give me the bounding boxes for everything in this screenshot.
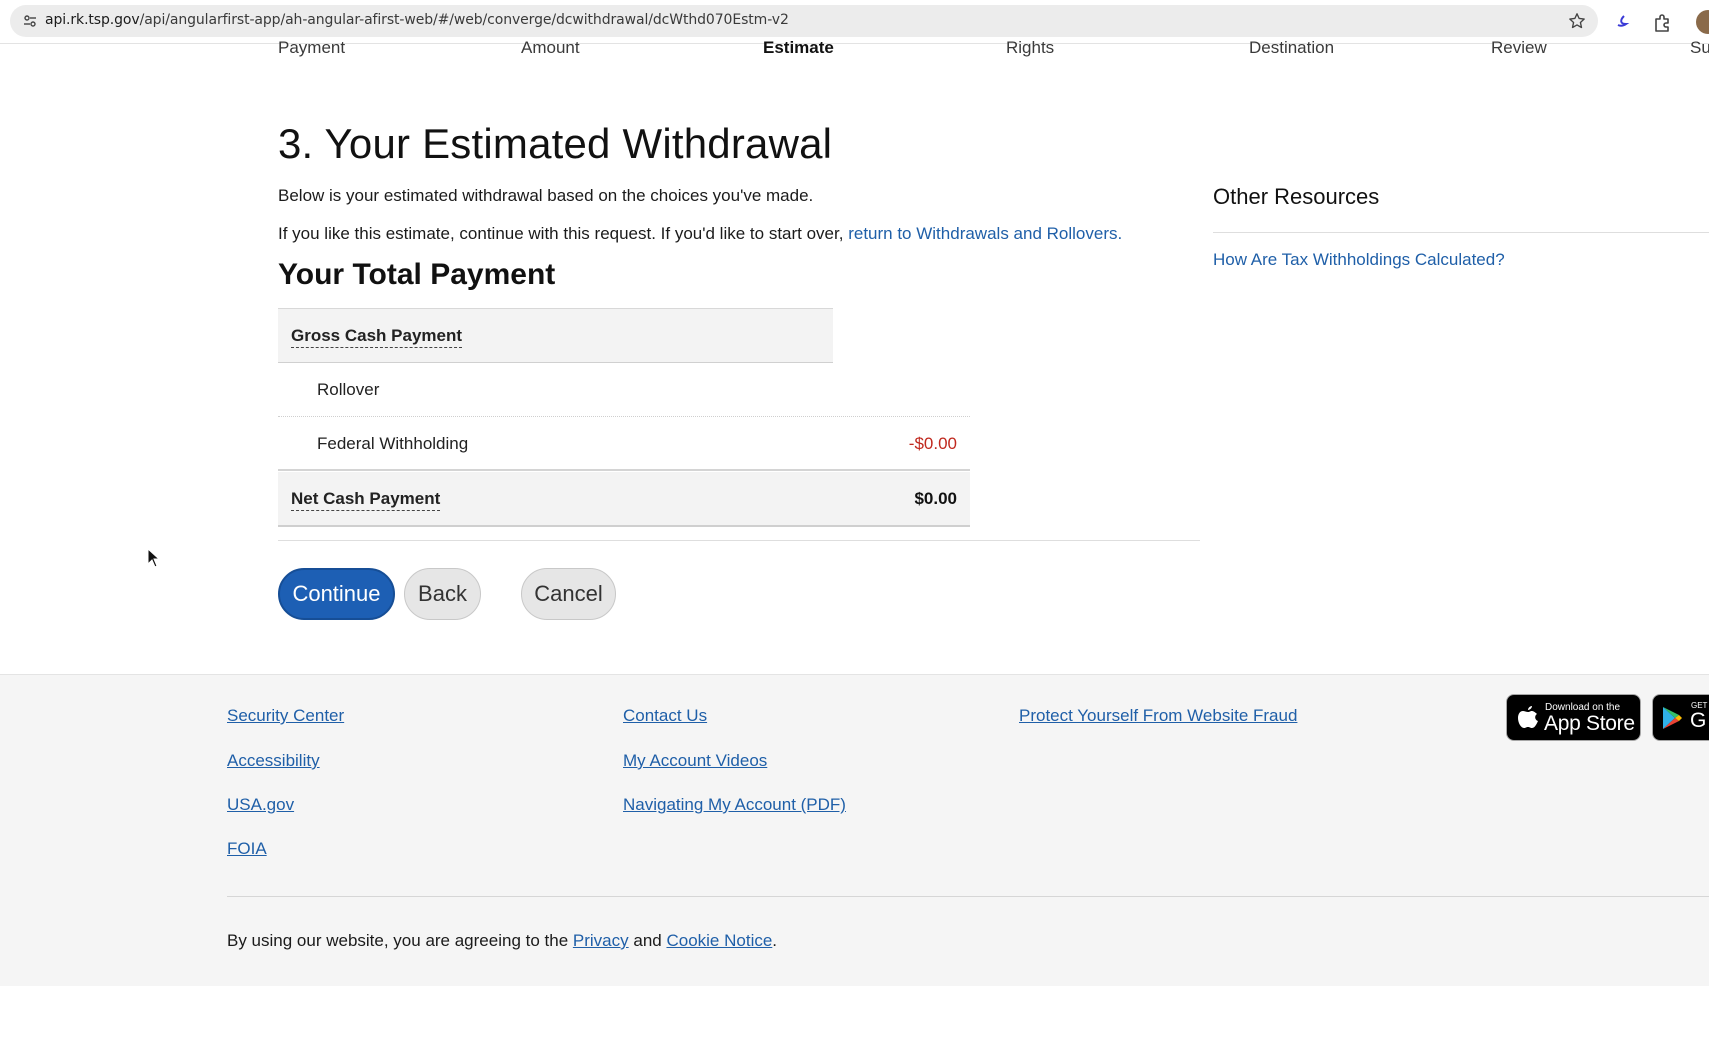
- rollover-row: Rollover: [278, 363, 970, 417]
- profile-avatar[interactable]: [1696, 10, 1709, 34]
- mouse-cursor-icon: [147, 548, 161, 568]
- federal-withholding-label: Federal Withholding: [317, 434, 469, 453]
- url-text[interactable]: api.rk.tsp.gov/api/angularfirst-app/ah-a…: [45, 12, 789, 28]
- usa-gov-link[interactable]: USA.gov: [227, 795, 294, 815]
- account-videos-link[interactable]: My Account Videos: [623, 751, 767, 771]
- navigating-account-pdf-link[interactable]: Navigating My Account (PDF): [623, 795, 846, 815]
- website-fraud-link[interactable]: Protect Yourself From Website Fraud: [1019, 706, 1297, 726]
- step-amount: Amount: [521, 38, 580, 57]
- federal-withholding-amount: -$0.00: [908, 434, 957, 453]
- cookie-notice-link[interactable]: Cookie Notice: [666, 931, 772, 950]
- foia-link[interactable]: FOIA: [227, 839, 267, 859]
- address-bar[interactable]: api.rk.tsp.gov/api/angularfirst-app/ah-a…: [10, 5, 1598, 37]
- sidebar-divider: [1213, 232, 1709, 233]
- progress-steps: Payment Amount Estimate Rights Destinati…: [0, 38, 1709, 60]
- app-store-badge[interactable]: Download on the App Store: [1506, 694, 1641, 741]
- extension-icon[interactable]: [1614, 12, 1634, 32]
- net-cash-payment-label[interactable]: Net Cash Payment: [291, 489, 441, 511]
- legal-notice: By using our website, you are agreeing t…: [227, 931, 778, 950]
- step-destination: Destination: [1249, 38, 1335, 57]
- step-estimate: Estimate: [763, 38, 834, 57]
- extensions-puzzle-icon[interactable]: [1652, 11, 1674, 33]
- rollover-label: Rollover: [317, 380, 380, 399]
- page-title: 3. Your Estimated Withdrawal: [278, 120, 833, 167]
- net-cash-payment-row: Net Cash Payment $0.00: [278, 472, 970, 527]
- step-submit: Su: [1690, 38, 1709, 57]
- back-button[interactable]: Back: [404, 568, 481, 620]
- google-play-badge[interactable]: GET IT ON G: [1652, 694, 1709, 741]
- google-play-icon: [1663, 707, 1682, 729]
- google-play-big-text: G: [1690, 709, 1707, 732]
- security-center-link[interactable]: Security Center: [227, 706, 344, 726]
- cancel-button[interactable]: Cancel: [521, 568, 616, 620]
- app-store-big-text: App Store: [1544, 712, 1635, 735]
- section-divider: [278, 540, 1200, 541]
- bookmark-star-icon[interactable]: [1568, 12, 1586, 30]
- gross-cash-payment-label[interactable]: Gross Cash Payment: [291, 326, 463, 348]
- start-over-text: If you like this estimate, continue with…: [278, 224, 1123, 243]
- step-rights: Rights: [1006, 38, 1055, 57]
- contact-us-link[interactable]: Contact Us: [623, 706, 707, 726]
- net-cash-payment-amount: $0.00: [914, 489, 957, 508]
- footer-divider: [227, 896, 1709, 897]
- accessibility-link[interactable]: Accessibility: [227, 751, 320, 771]
- continue-button[interactable]: Continue: [278, 568, 395, 620]
- step-review: Review: [1491, 38, 1547, 57]
- site-settings-icon[interactable]: [22, 13, 38, 29]
- federal-withholding-row: Federal Withholding -$0.00: [278, 417, 970, 471]
- apple-icon: [1518, 706, 1538, 728]
- other-resources-heading: Other Resources: [1213, 184, 1380, 209]
- step-payment: Payment: [278, 38, 346, 57]
- tax-withholdings-link[interactable]: How Are Tax Withholdings Calculated?: [1213, 250, 1505, 270]
- gross-cash-payment-row: Gross Cash Payment: [278, 308, 833, 363]
- total-payment-heading: Your Total Payment: [278, 258, 556, 291]
- intro-text: Below is your estimated withdrawal based…: [278, 186, 814, 205]
- privacy-link[interactable]: Privacy: [573, 931, 629, 950]
- return-to-withdrawals-link[interactable]: return to Withdrawals and Rollovers.: [848, 224, 1122, 243]
